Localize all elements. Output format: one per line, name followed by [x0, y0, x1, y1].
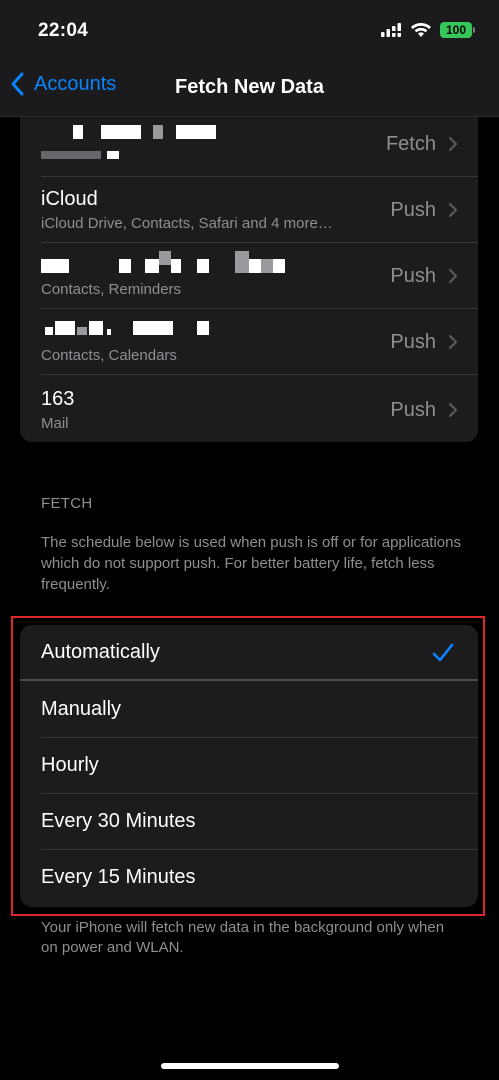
status-bar: 22:04 100 — [0, 0, 499, 60]
chevron-right-icon — [448, 136, 458, 152]
screen: 22:04 100 Accounts Fetch New Data Fetch … — [0, 0, 499, 1080]
account-title: 163 — [41, 388, 75, 410]
account-subtitle: Contacts, Reminders — [41, 281, 182, 298]
status-icons: 100 — [380, 22, 475, 38]
account-row[interactable]: Fetch — [20, 117, 478, 177]
redacted-account-detail — [41, 151, 161, 159]
chevron-right-icon — [448, 402, 458, 418]
account-subtitle: Mail — [41, 415, 69, 432]
redacted-account-name — [41, 321, 221, 335]
option-every-15-minutes[interactable]: Every 15 Minutes — [20, 850, 478, 906]
account-row[interactable]: Contacts, Reminders Push — [20, 243, 478, 309]
chevron-right-icon — [448, 202, 458, 218]
account-fetch-value: Push — [390, 265, 436, 287]
separator — [20, 679, 478, 681]
option-every-30-minutes[interactable]: Every 30 Minutes — [20, 794, 478, 850]
battery-icon: 100 — [440, 22, 475, 38]
redacted-account-name — [41, 251, 301, 273]
option-label: Hourly — [41, 754, 99, 776]
status-time: 22:04 — [38, 20, 89, 41]
battery-level: 100 — [440, 22, 472, 38]
option-label: Manually — [41, 698, 122, 720]
chevron-right-icon — [448, 334, 458, 350]
account-fetch-value: Push — [390, 199, 436, 221]
account-subtitle: Contacts, Calendars — [41, 347, 177, 364]
option-automatically[interactable]: Automatically — [20, 625, 478, 681]
section-footer: Your iPhone will fetch new data in the b… — [41, 919, 445, 956]
section-description: The schedule below is used when push is … — [41, 534, 461, 593]
checkmark-icon — [432, 643, 454, 662]
account-row-icloud[interactable]: iCloud iCloud Drive, Contacts, Safari an… — [20, 177, 478, 243]
home-indicator[interactable] — [161, 1063, 339, 1069]
fetch-schedule-list: Automatically Manually Hourly Every 30 M… — [20, 625, 478, 907]
option-label: Every 30 Minutes — [41, 810, 196, 832]
option-manually[interactable]: Manually — [20, 682, 478, 738]
accounts-list: Fetch iCloud iCloud Drive, Contacts, Saf… — [20, 117, 478, 442]
redacted-account-name — [41, 125, 221, 139]
option-label: Every 15 Minutes — [41, 866, 196, 888]
account-fetch-value: Push — [390, 331, 436, 353]
battery-cap — [473, 27, 475, 33]
account-row[interactable]: Contacts, Calendars Push — [20, 309, 478, 375]
account-fetch-value: Fetch — [385, 133, 436, 155]
navigation-bar: Accounts Fetch New Data — [0, 60, 499, 117]
chevron-right-icon — [448, 268, 458, 284]
option-hourly[interactable]: Hourly — [20, 738, 478, 794]
section-header-fetch: FETCH — [41, 495, 93, 512]
account-title: iCloud — [41, 188, 98, 210]
page-title: Fetch New Data — [175, 76, 324, 98]
account-fetch-value: Push — [390, 399, 436, 421]
signal-icon — [380, 23, 402, 37]
account-subtitle: iCloud Drive, Contacts, Safari and 4 mor… — [41, 215, 333, 232]
option-label: Automatically — [41, 641, 160, 663]
wifi-icon — [411, 23, 431, 37]
account-row-163[interactable]: 163 Mail Push — [20, 375, 478, 442]
